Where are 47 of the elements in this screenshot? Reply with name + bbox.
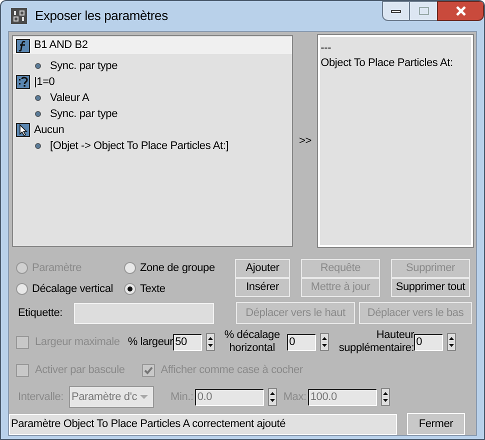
window-title: Exposer les paramètres	[35, 7, 168, 26]
close-dialog-button[interactable]: Fermer	[407, 413, 465, 435]
action-button[interactable]: Insérer	[235, 278, 290, 297]
app-icon	[11, 8, 27, 24]
tree-item[interactable]: Valeur A	[13, 90, 292, 106]
close-icon	[454, 6, 466, 16]
bullet-icon	[35, 143, 41, 149]
minimize-button[interactable]	[382, 1, 410, 21]
tree-item[interactable]: Aucun	[13, 122, 292, 138]
spinner-arrows-icon[interactable]	[320, 333, 330, 351]
function-icon	[16, 38, 30, 52]
checkbox-icon	[16, 336, 29, 348]
list-item[interactable]: ---	[320, 41, 332, 56]
number-field[interactable]: 0	[287, 334, 316, 350]
action-button[interactable]: Ajouter	[235, 259, 290, 278]
spinner-arrows-icon[interactable]	[381, 388, 390, 406]
maximize-button[interactable]	[410, 1, 437, 21]
checkbox-icon	[16, 364, 29, 376]
dropdown-arrow-icon	[140, 394, 148, 400]
spinner-arrows-icon[interactable]	[206, 333, 216, 351]
number-field[interactable]: 0	[414, 334, 444, 350]
bullet-icon	[35, 95, 41, 101]
list-item[interactable]: Object To Place Particles At:	[320, 56, 453, 71]
action-button[interactable]: Supprimer tout	[391, 278, 470, 297]
field-label: % décalage horizontal	[223, 329, 281, 355]
cursor-icon	[16, 123, 30, 137]
bullet-icon	[35, 63, 41, 69]
field-label: % largeur	[128, 334, 174, 350]
transfer-button[interactable]: >>	[298, 132, 312, 150]
status-bar: Paramètre Object To Place Particles A correctement ajouté	[9, 414, 397, 434]
radio-button[interactable]: Zone de groupe	[124, 260, 215, 276]
tree-item[interactable]: Sync. par type	[13, 106, 292, 122]
tree-item[interactable]: B1 AND B2	[13, 37, 292, 54]
radio-button[interactable]: Texte	[124, 280, 166, 297]
field-label: Etiquette:	[18, 306, 64, 321]
bullet-icon	[35, 111, 41, 117]
field-label: Hauteur supplémentaire:	[338, 329, 414, 355]
radio-button[interactable]: Décalage vertical	[16, 280, 113, 297]
question-icon	[16, 75, 30, 89]
close-button[interactable]	[437, 1, 484, 21]
spinner-arrows-icon[interactable]	[447, 333, 456, 351]
tree-item[interactable]: |1=0	[13, 74, 292, 90]
number-field[interactable]: 50	[173, 334, 202, 350]
tree-item[interactable]: Sync. par type	[13, 58, 292, 74]
spinner-arrows-icon[interactable]	[268, 388, 278, 406]
checkbox-icon	[142, 364, 155, 376]
tree-item[interactable]: [Objet -> Object To Place Particles At:]	[13, 138, 292, 154]
